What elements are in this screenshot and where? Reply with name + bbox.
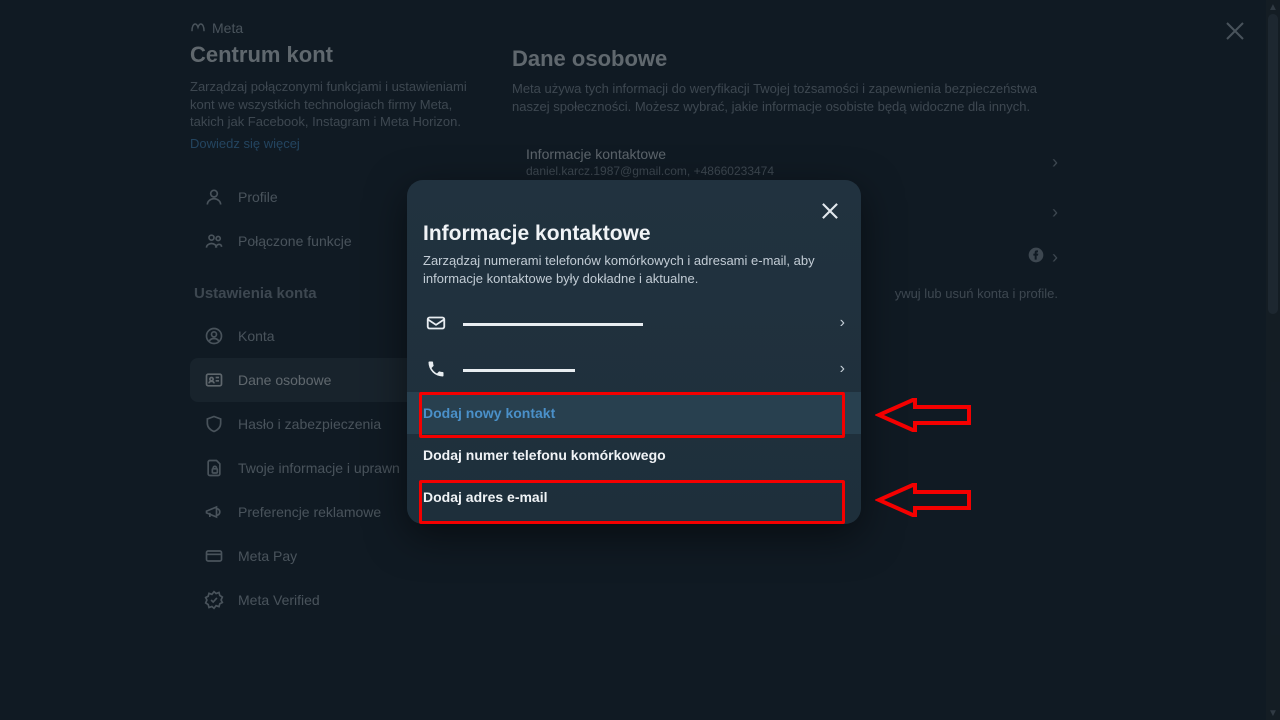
phone-icon bbox=[423, 356, 449, 382]
add-new-contact-button[interactable]: Dodaj nowy kontakt bbox=[407, 392, 861, 434]
add-phone-button[interactable]: Dodaj numer telefonu komórkowego bbox=[407, 434, 861, 476]
chevron-right-icon: › bbox=[840, 314, 845, 332]
contact-phone-row[interactable]: › bbox=[407, 346, 861, 392]
chevron-right-icon: › bbox=[840, 360, 845, 378]
contact-info-modal: Informacje kontaktowe Zarządzaj numerami… bbox=[407, 180, 861, 524]
contact-email-redacted bbox=[463, 315, 840, 331]
mail-icon bbox=[423, 310, 449, 336]
modal-close-button[interactable] bbox=[817, 198, 843, 224]
add-new-contact-label: Dodaj nowy kontakt bbox=[423, 405, 555, 421]
modal-desc: Zarządzaj numerami telefonów komórkowych… bbox=[407, 252, 861, 300]
add-email-button[interactable]: Dodaj adres e-mail bbox=[407, 476, 861, 518]
add-phone-label: Dodaj numer telefonu komórkowego bbox=[423, 447, 666, 463]
contact-phone-redacted bbox=[463, 361, 840, 377]
contact-email-row[interactable]: › bbox=[407, 300, 861, 346]
modal-title: Informacje kontaktowe bbox=[407, 200, 861, 252]
add-email-label: Dodaj adres e-mail bbox=[423, 489, 548, 505]
